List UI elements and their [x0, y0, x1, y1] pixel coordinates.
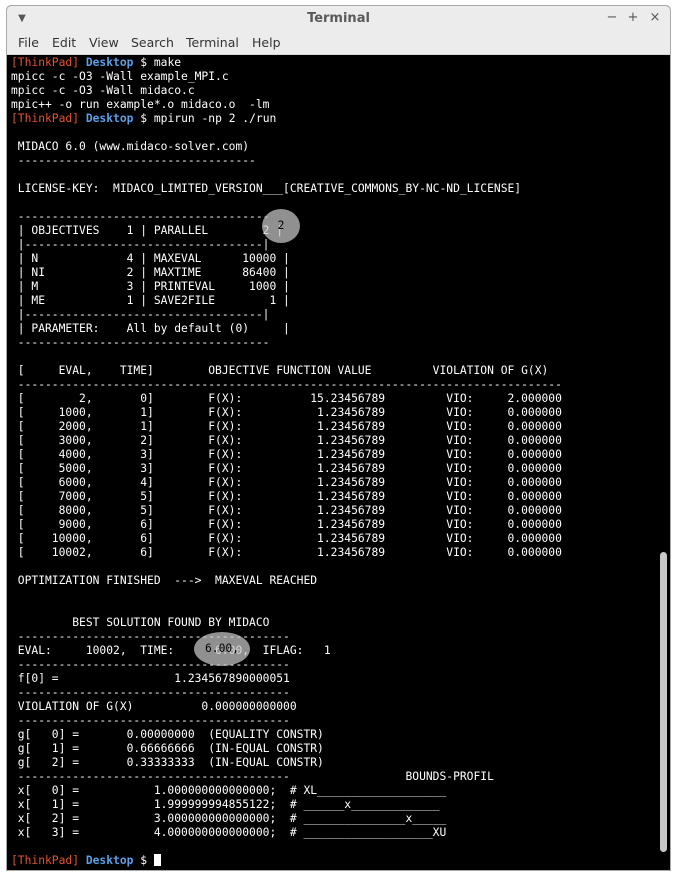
output-line: | N 4 | MAXEVAL 10000 |	[11, 252, 290, 265]
output-line: -----------------------------------	[11, 154, 256, 167]
output-line: MIDACO 6.0 (www.midaco-solver.com)	[11, 140, 250, 153]
prompt-symbol: $	[140, 854, 148, 867]
command-text: make	[153, 56, 182, 69]
prompt-directory: Desktop	[85, 854, 134, 867]
prompt-line: [ThinkPad] Desktop $ mpirun -np 2 ./run	[11, 112, 651, 126]
window-title: Terminal	[307, 11, 370, 26]
scrollbar-thumb[interactable]	[660, 552, 667, 852]
output-line: ----------------------------------------	[11, 630, 290, 643]
scrollbar[interactable]	[660, 56, 668, 868]
output-line: [ 10000, 6] F(X): 1.23456789 VIO: 0.0000…	[11, 532, 562, 545]
terminal-output[interactable]: [ThinkPad] Desktop $ make mpicc -c -O3 -…	[11, 56, 651, 868]
output-line: mpic++ -o run example*.o midaco.o -lm	[11, 98, 270, 111]
output-line: [ 8000, 5] F(X): 1.23456789 VIO: 0.00000…	[11, 504, 562, 517]
output-line: ----------------------------------------	[11, 714, 290, 727]
output-line: | ME 1 | SAVE2FILE 1 |	[11, 294, 290, 307]
output-line: VIOLATION OF G(X) 0.000000000000	[11, 700, 297, 713]
output-line: -------------------------------------	[11, 336, 270, 349]
output-line: [ 2000, 1] F(X): 1.23456789 VIO: 0.00000…	[11, 420, 562, 433]
output-line: OPTIMIZATION FINISHED ---> MAXEVAL REACH…	[11, 574, 318, 587]
output-line: EVAL: 10002, TIME: 6.00, IFLAG: 1	[11, 644, 331, 657]
menu-edit[interactable]: Edit	[52, 35, 76, 50]
output-line: g[ 2] = 0.33333333 (IN-EQUAL CONSTR)	[11, 756, 324, 769]
highlight-time-value: 6.00,	[194, 632, 250, 666]
output-line: [ 6000, 4] F(X): 1.23456789 VIO: 0.00000…	[11, 476, 562, 489]
output-line: mpicc -c -O3 -Wall midaco.c	[11, 84, 195, 97]
program-output: MIDACO 6.0 (www.midaco-solver.com) -----…	[11, 126, 651, 854]
menu-help[interactable]: Help	[252, 35, 281, 50]
output-line: [ 10002, 6] F(X): 1.23456789 VIO: 0.0000…	[11, 546, 562, 559]
output-line: -------------------------------------	[11, 210, 270, 223]
prompt-symbol: $	[140, 56, 148, 69]
maximize-icon[interactable]: +	[625, 10, 641, 26]
minimize-icon[interactable]: −	[604, 10, 620, 26]
output-line: | PARAMETER: All by default (0) |	[11, 322, 290, 335]
prompt-line: [ThinkPad] Desktop $	[11, 854, 651, 868]
menu-search[interactable]: Search	[131, 35, 174, 50]
output-line: [ 1000, 1] F(X): 1.23456789 VIO: 0.00000…	[11, 406, 562, 419]
output-line: LICENSE-KEY: MIDACO_LIMITED_VERSION___[C…	[11, 182, 522, 195]
output-line: mpicc -c -O3 -Wall example_MPI.c	[11, 70, 229, 83]
output-line: |-----------------------------------|	[11, 308, 270, 321]
output-line: x[ 2] = 3.000000000000000; # ___________…	[11, 812, 447, 825]
highlight-parallel-value: 2	[262, 209, 300, 243]
prompt-host: [ThinkPad]	[11, 56, 80, 69]
menu-terminal[interactable]: Terminal	[186, 35, 239, 50]
output-line: [ 3000, 2] F(X): 1.23456789 VIO: 0.00000…	[11, 434, 562, 447]
title-bar[interactable]: ▼ Terminal − + ×	[7, 6, 670, 32]
command-text: mpirun -np 2 ./run	[153, 112, 277, 125]
output-line: [ 9000, 6] F(X): 1.23456789 VIO: 0.00000…	[11, 518, 562, 531]
output-line: [ EVAL, TIME] OBJECTIVE FUNCTION VALUE V…	[11, 364, 549, 377]
output-line: | NI 2 | MAXTIME 86400 |	[11, 266, 290, 279]
output-line: [ 5000, 3] F(X): 1.23456789 VIO: 0.00000…	[11, 462, 562, 475]
menu-view[interactable]: View	[89, 35, 119, 50]
output-line: g[ 1] = 0.66666666 (IN-EQUAL CONSTR)	[11, 742, 324, 755]
output-line: | OBJECTIVES 1 | PARALLEL 2 |	[11, 224, 284, 237]
output-line: ----------------------------------------	[11, 658, 290, 671]
output-line: x[ 3] = 4.000000000000000; # ___________…	[11, 826, 447, 839]
prompt-host: [ThinkPad]	[11, 854, 80, 867]
menu-bar: File Edit View Search Terminal Help	[7, 32, 670, 55]
prompt-line: [ThinkPad] Desktop $ make	[11, 56, 651, 70]
output-line: g[ 0] = 0.00000000 (EQUALITY CONSTR)	[11, 728, 324, 741]
output-line: ----------------------------------------…	[11, 378, 562, 391]
text-cursor	[153, 854, 161, 866]
output-line: |-----------------------------------|	[11, 238, 270, 251]
output-line: BEST SOLUTION FOUND BY MIDACO	[11, 616, 270, 629]
output-line: [ 7000, 5] F(X): 1.23456789 VIO: 0.00000…	[11, 490, 562, 503]
output-line: [ 4000, 3] F(X): 1.23456789 VIO: 0.00000…	[11, 448, 562, 461]
output-line: x[ 1] = 1.999999994855122; # ______x____…	[11, 798, 440, 811]
terminal-window: ▼ Terminal − + × File Edit View Search T…	[6, 5, 671, 871]
menu-file[interactable]: File	[18, 35, 39, 50]
output-line: ----------------------------------------…	[11, 770, 494, 783]
close-icon[interactable]: ×	[647, 10, 663, 26]
prompt-directory: Desktop	[85, 56, 134, 69]
output-line: | M 3 | PRINTEVAL 1000 |	[11, 280, 290, 293]
output-line: f[0] = 1.234567890000051	[11, 672, 290, 685]
output-line: [ 2, 0] F(X): 15.23456789 VIO: 2.000000	[11, 392, 562, 405]
output-line: x[ 0] = 1.000000000000000; # XL_________…	[11, 784, 447, 797]
output-line: ----------------------------------------	[11, 686, 290, 699]
prompt-host: [ThinkPad]	[11, 112, 80, 125]
prompt-directory: Desktop	[85, 112, 134, 125]
prompt-symbol: $	[140, 112, 148, 125]
